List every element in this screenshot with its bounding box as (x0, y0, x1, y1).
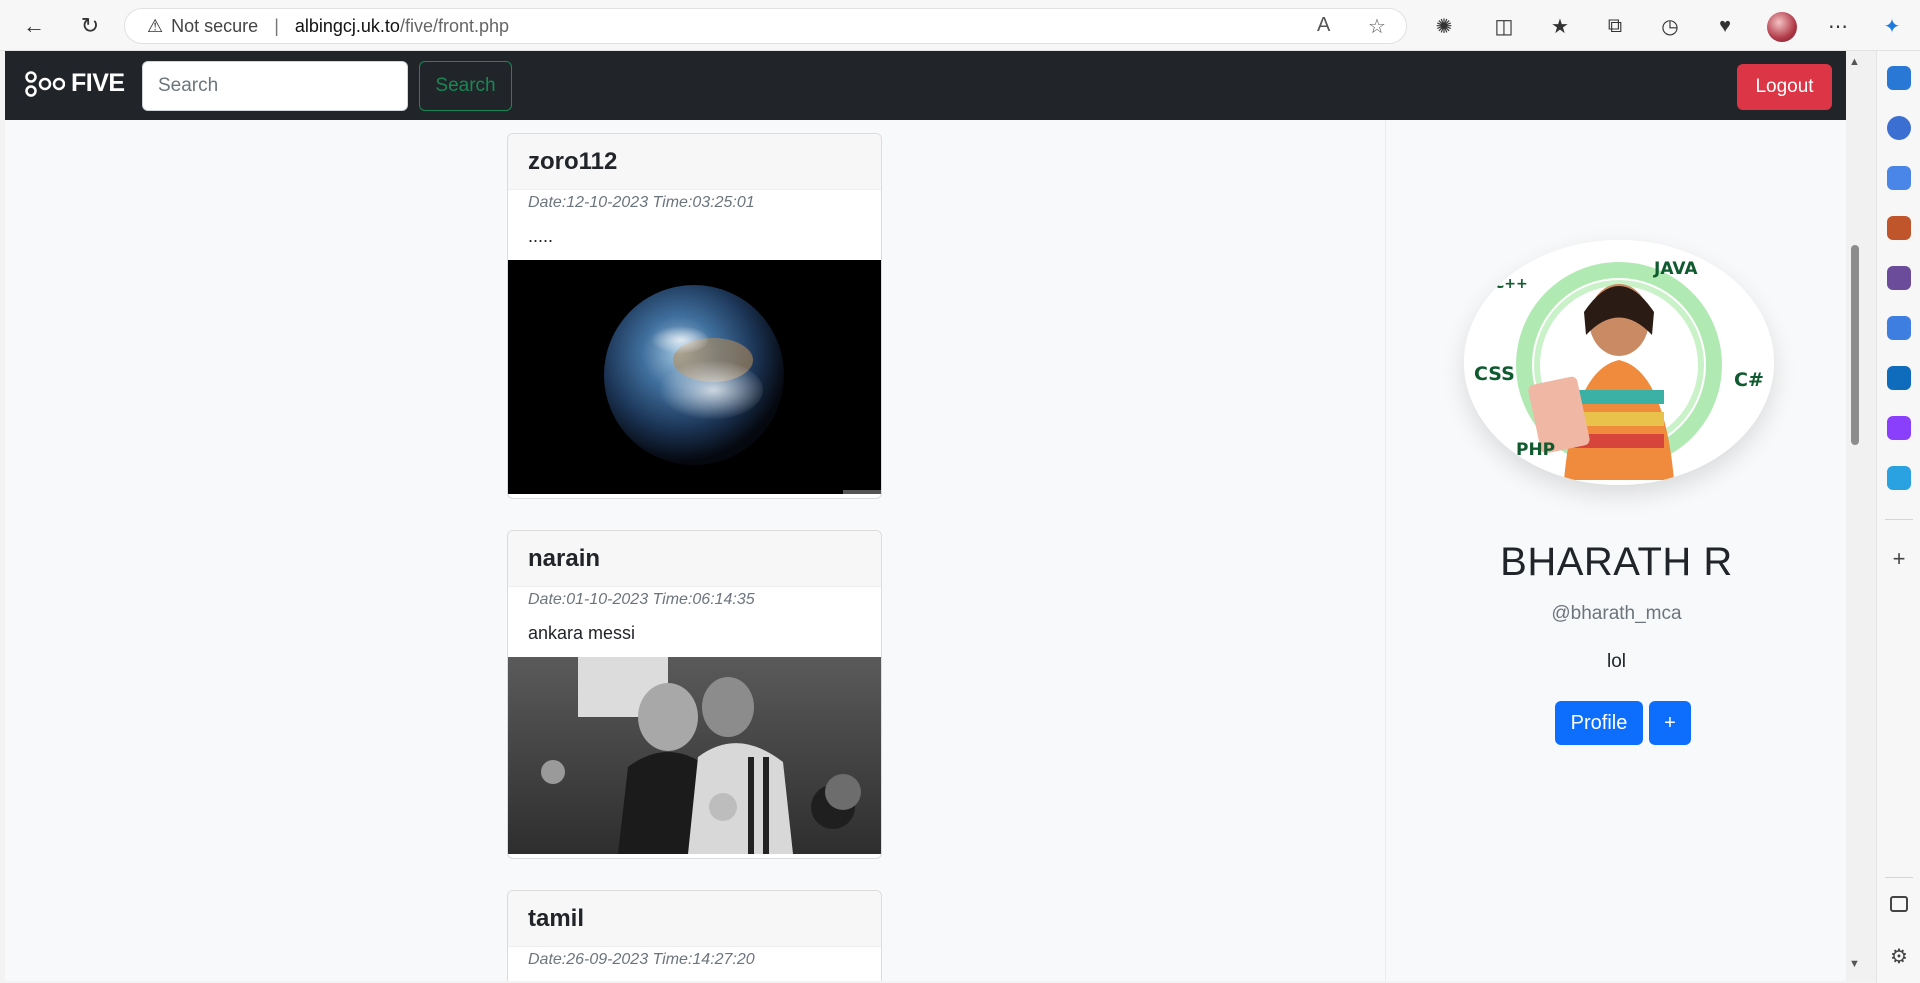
profile-handle: @bharath_mca (1551, 603, 1682, 624)
search-input[interactable] (142, 61, 408, 111)
security-label: Not secure (171, 15, 259, 36)
settings-gear-icon[interactable]: ⚙ (1887, 944, 1911, 968)
profile-bio: lol (1606, 651, 1626, 672)
brand-logo[interactable]: FIVE (25, 69, 125, 98)
scrollbar-thumb[interactable] (1851, 245, 1859, 445)
search-icon[interactable] (1887, 116, 1911, 140)
post-card: tamil Date:26-09-2023 Time:14:27:20 (507, 890, 882, 981)
extensions-icon[interactable]: ✺ (1430, 12, 1458, 40)
bell-icon[interactable] (1887, 66, 1911, 90)
app-navbar: FIVE Search Logout (5, 51, 1846, 120)
post-text: ankara messi (528, 623, 636, 643)
tag-css: CSS (1474, 363, 1515, 385)
post-author[interactable]: tamil (508, 891, 881, 947)
post-card: narain Date:01-10-2023 Time:06:14:35 ank… (507, 530, 882, 859)
brand-name: FIVE (71, 69, 125, 97)
read-aloud-icon[interactable]: A (1317, 14, 1330, 37)
sidebar-divider (1885, 519, 1913, 520)
performance-icon[interactable]: ♥ (1711, 12, 1739, 40)
tag-php: PHP (1516, 440, 1555, 460)
warning-icon: ⚠ (147, 15, 164, 36)
logout-button[interactable]: Logout (1737, 64, 1832, 110)
edge-sidebar: + ⚙ (1876, 51, 1920, 983)
address-bar[interactable]: ⚠ Not secure | albingcj.uk.to/five/front… (124, 8, 1407, 44)
profile-panel: JAVA C++ CSS C# PHP BHARATH R @bharath_m… (1385, 120, 1846, 981)
favorite-star-icon[interactable]: ☆ (1368, 14, 1386, 39)
collections-icon[interactable]: ⧉ (1601, 12, 1629, 40)
tag-csharp: C# (1734, 369, 1764, 391)
search-button[interactable]: Search (419, 61, 512, 111)
add-post-button[interactable]: + (1649, 701, 1691, 745)
post-author[interactable]: narain (508, 531, 881, 587)
tag-java: JAVA (1653, 259, 1698, 279)
tag-cpp: C++ (1494, 276, 1528, 292)
post-datetime: Date:01-10-2023 Time:06:14:35 (528, 591, 755, 608)
post-datetime: Date:26-09-2023 Time:14:27:20 (528, 951, 755, 968)
scroll-up-icon[interactable]: ▲ (1849, 56, 1860, 68)
scroll-down-icon[interactable]: ▼ (1849, 958, 1860, 970)
url-host: albingcj.uk.to (294, 15, 400, 36)
address-separator: | (274, 15, 279, 36)
profile-avatar-icon[interactable] (1767, 12, 1797, 42)
refresh-icon[interactable]: ↻ (74, 10, 106, 42)
profile-name: BHARATH R (1500, 540, 1733, 584)
sidebar-divider (1885, 877, 1913, 878)
profile-button[interactable]: Profile (1555, 701, 1643, 745)
profile-illustration: JAVA C++ CSS C# PHP (1464, 240, 1774, 485)
shopping-tag-icon[interactable] (1887, 166, 1911, 190)
history-icon[interactable]: ◷ (1656, 12, 1684, 40)
more-menu-icon[interactable]: ⋯ (1824, 12, 1852, 40)
microsoft-365-icon[interactable] (1887, 316, 1911, 340)
add-icon[interactable]: + (1887, 546, 1911, 571)
post-datetime: Date:12-10-2023 Time:03:25:01 (528, 194, 755, 211)
copilot-icon[interactable]: ✦ (1878, 12, 1906, 40)
post-image-photo[interactable] (508, 657, 881, 854)
post-image-earth[interactable] (508, 260, 881, 494)
brand-circles-icon (25, 70, 65, 97)
post-author[interactable]: zoro112 (508, 134, 881, 190)
post-card: zoro112 Date:12-10-2023 Time:03:25:01 ..… (507, 133, 882, 499)
split-screen-icon[interactable]: ◫ (1490, 12, 1518, 40)
page-viewport: FIVE Search Logout zoro112 Date:12-10-20… (5, 51, 1846, 981)
games-icon[interactable] (1887, 266, 1911, 290)
browser-toolbar: ← ↻ ⚠ Not secure | albingcj.uk.to/five/f… (0, 0, 1920, 51)
url-path: /five/front.php (399, 15, 510, 36)
post-text: ..... (528, 226, 554, 246)
profile-picture[interactable]: JAVA C++ CSS C# PHP (1464, 240, 1774, 485)
designer-icon[interactable] (1887, 416, 1911, 440)
sidebar-toggle-icon[interactable] (1890, 896, 1908, 912)
send-icon[interactable] (1887, 466, 1911, 490)
favorites-icon[interactable]: ★ (1546, 12, 1574, 40)
page-scrollbar[interactable] (1846, 51, 1876, 981)
back-icon[interactable]: ← (18, 10, 50, 42)
tools-icon[interactable] (1887, 216, 1911, 240)
outlook-icon[interactable] (1887, 366, 1911, 390)
